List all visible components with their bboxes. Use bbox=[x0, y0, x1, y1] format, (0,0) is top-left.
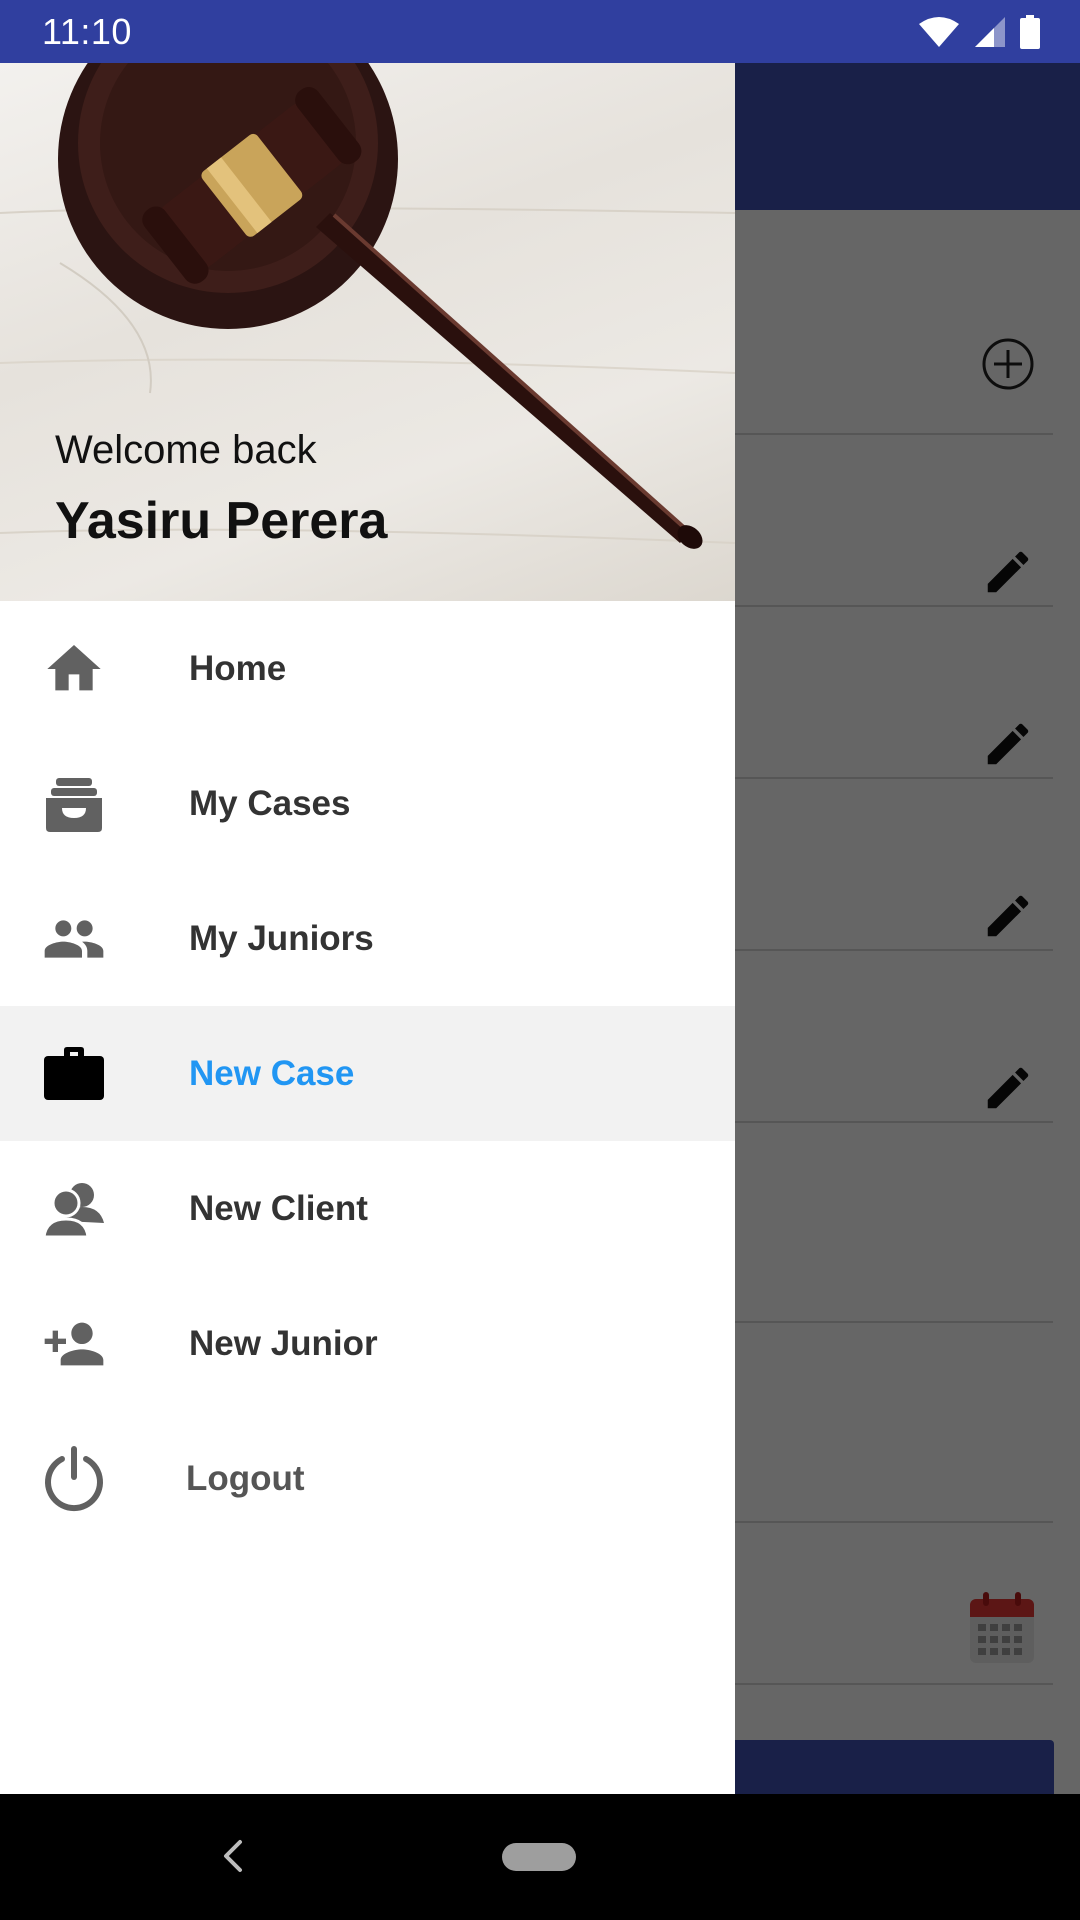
home-icon bbox=[40, 635, 108, 703]
menu-item-label: New Case bbox=[189, 1053, 355, 1093]
inbox-tray-icon bbox=[40, 770, 108, 838]
battery-icon bbox=[1020, 14, 1040, 49]
menu-item-label: Logout bbox=[186, 1458, 305, 1498]
people-icon bbox=[40, 905, 108, 973]
cellular-signal-icon bbox=[975, 16, 1005, 47]
menu-item-new-client[interactable]: New Client bbox=[0, 1141, 735, 1276]
navigation-drawer: Welcome back Yasiru Perera Home My Cases bbox=[0, 63, 735, 1794]
status-time: 11:10 bbox=[42, 10, 132, 52]
status-bar: 11:10 bbox=[0, 0, 1080, 63]
menu-item-logout[interactable]: Logout bbox=[0, 1411, 735, 1546]
menu-item-label: My Cases bbox=[189, 783, 351, 823]
menu-item-label: New Client bbox=[189, 1188, 368, 1228]
status-icons bbox=[918, 14, 1040, 49]
menu-item-new-junior[interactable]: New Junior bbox=[0, 1276, 735, 1411]
client-group-icon bbox=[40, 1175, 108, 1243]
menu-item-new-case[interactable]: New Case bbox=[0, 1006, 735, 1141]
menu-item-my-juniors[interactable]: My Juniors bbox=[0, 871, 735, 1006]
power-icon bbox=[40, 1445, 108, 1513]
wifi-icon bbox=[919, 16, 959, 47]
system-nav-bar bbox=[0, 1794, 1080, 1920]
welcome-text: Welcome back bbox=[55, 428, 317, 472]
menu-item-label: My Juniors bbox=[189, 918, 374, 958]
menu-item-home[interactable]: Home bbox=[0, 601, 735, 736]
home-pill-button[interactable] bbox=[502, 1843, 576, 1871]
briefcase-icon bbox=[40, 1040, 108, 1108]
drawer-menu: Home My Cases My Juniors New Case New Cl… bbox=[0, 601, 735, 1546]
user-name: Yasiru Perera bbox=[55, 492, 388, 550]
menu-item-my-cases[interactable]: My Cases bbox=[0, 736, 735, 871]
menu-item-label: New Junior bbox=[189, 1323, 378, 1363]
person-add-icon bbox=[40, 1310, 108, 1378]
drawer-header: Welcome back Yasiru Perera bbox=[0, 63, 735, 601]
back-icon[interactable] bbox=[218, 1836, 248, 1876]
menu-item-label: Home bbox=[189, 648, 287, 688]
